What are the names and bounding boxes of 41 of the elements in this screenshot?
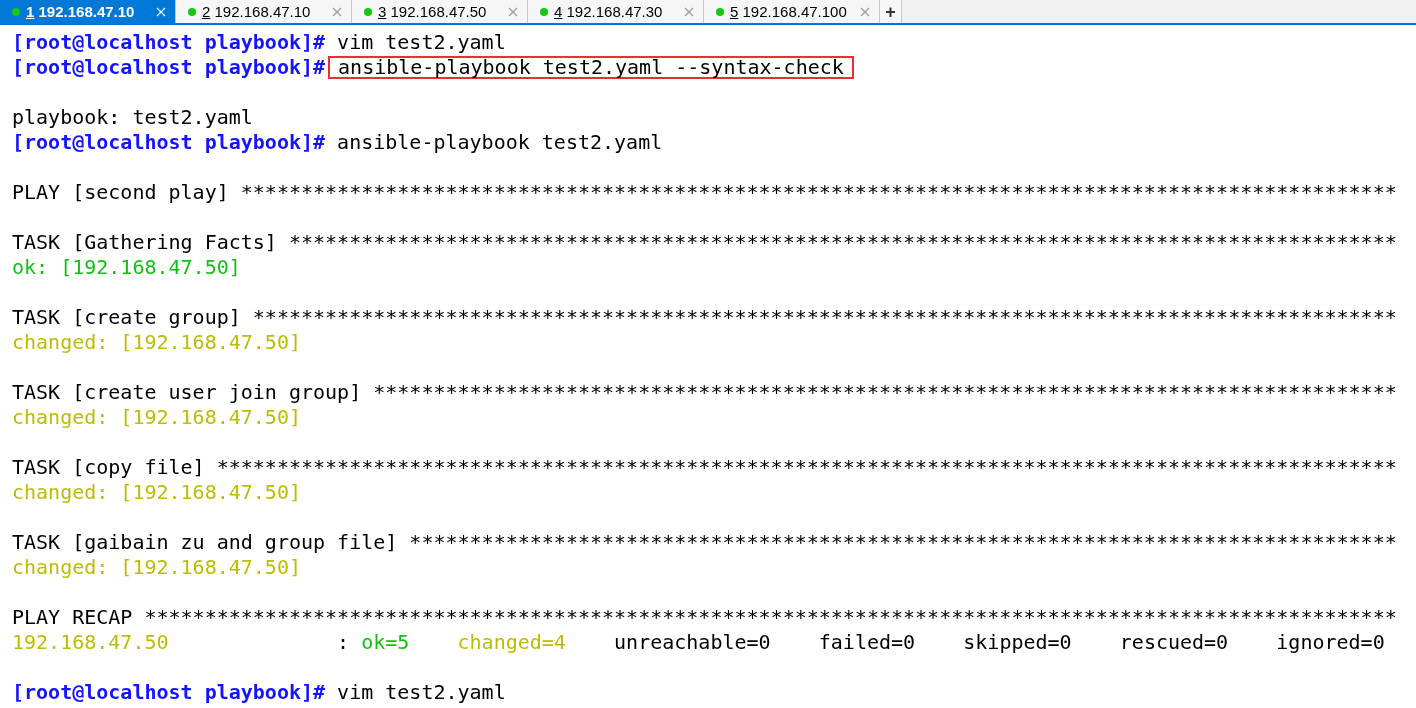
highlighted-command: ansible-playbook test2.yaml --syntax-check	[328, 56, 854, 79]
ok-status: ok: [192.168.47.50]	[12, 255, 241, 280]
terminal-text: TASK [create group] ***********************************************************************************************	[12, 305, 1397, 330]
ok-status: ok=5	[361, 630, 410, 655]
shell-prompt: [root@localhost playbook]#	[12, 680, 326, 705]
terminal-text: vim test2.yaml	[336, 30, 506, 55]
status-dot-icon	[188, 7, 196, 16]
terminal-text: vim test2.yaml	[336, 680, 506, 705]
changed-status: changed: [192.168.47.50]	[12, 555, 301, 580]
terminal-text: TASK [gaibain zu and group file] **********************************************************************************	[12, 530, 1397, 555]
changed-status: changed: [192.168.47.50]	[12, 405, 301, 430]
changed-status: changed: [192.168.47.50]	[12, 480, 301, 505]
status-dot-icon	[716, 7, 724, 16]
close-icon[interactable]	[859, 5, 871, 18]
session-tab[interactable]: 5 192.168.47.100	[704, 0, 880, 23]
terminal-text: PLAY [second play] ************************************************************************************************	[12, 180, 1397, 205]
shell-prompt: [root@localhost playbook]#	[12, 55, 326, 80]
changed-status: changed=4	[457, 630, 566, 655]
terminal-text: unreachable=0 failed=0 skipped=0 rescued=0 ignored=0	[613, 630, 1385, 655]
terminal-text: ansible-playbook test2.yaml	[336, 130, 663, 155]
session-tab[interactable]: 2 192.168.47.10	[176, 0, 352, 23]
status-dot-icon	[12, 7, 20, 16]
shell-prompt: [root@localhost playbook]#	[12, 30, 326, 55]
terminal-text: PLAY RECAP ********************************************************************************************************	[12, 605, 1397, 630]
status-dot-icon	[364, 7, 372, 16]
terminal-text: :	[336, 630, 351, 655]
session-tab[interactable]: 4 192.168.47.30	[528, 0, 704, 23]
terminal-text: TASK [copy file] **************************************************************************************************	[12, 455, 1397, 480]
status-dot-icon	[540, 7, 548, 16]
session-tab[interactable]: 3 192.168.47.50	[352, 0, 528, 23]
changed-status: 192.168.47.50	[12, 630, 169, 655]
session-tab[interactable]: 1 192.168.47.10	[0, 0, 176, 23]
close-icon[interactable]	[507, 5, 519, 18]
new-tab-button[interactable]: +	[880, 0, 902, 23]
shell-prompt: [root@localhost playbook]#	[12, 130, 326, 155]
terminal-text: TASK [Gathering Facts] ********************************************************************************************	[12, 230, 1397, 255]
close-icon[interactable]	[331, 5, 343, 18]
close-icon[interactable]	[683, 5, 695, 18]
changed-status: changed: [192.168.47.50]	[12, 330, 301, 355]
terminal-text: TASK [create user join group] *************************************************************************************	[12, 380, 1397, 405]
terminal-text: playbook: test2.yaml	[12, 105, 253, 130]
